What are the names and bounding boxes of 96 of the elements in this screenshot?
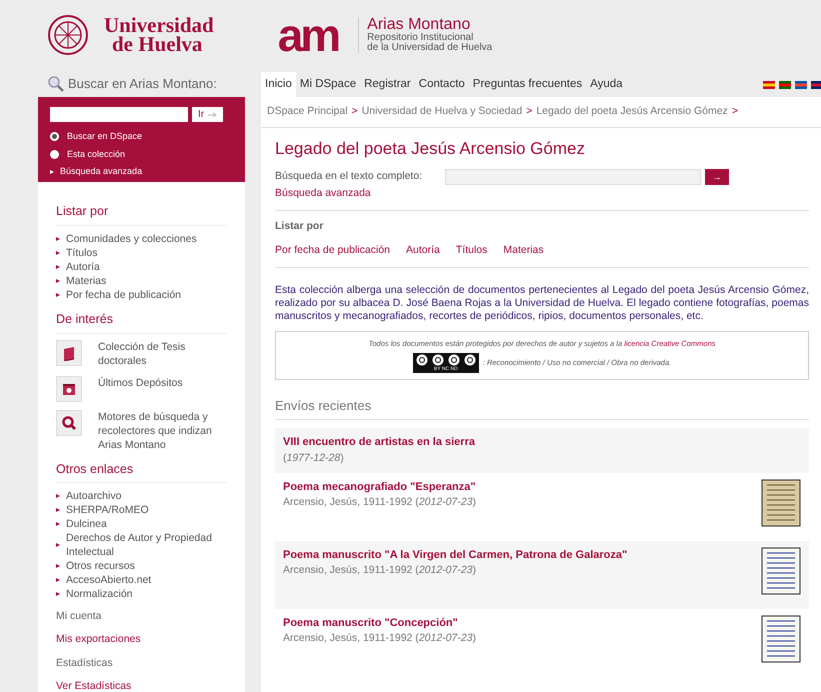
sidebar-link[interactable]: Mis exportaciones bbox=[56, 632, 141, 648]
bullet-icon bbox=[56, 494, 60, 498]
breadcrumb-link[interactable]: Universidad de Huelva y Sociedad bbox=[362, 104, 522, 120]
search-icon bbox=[48, 76, 64, 92]
radio-button[interactable] bbox=[50, 132, 59, 142]
university-name: de Huelva bbox=[112, 35, 202, 54]
item-title[interactable]: Poema manuscrito "Concepción" bbox=[283, 614, 476, 631]
browse-title: Listar por bbox=[275, 219, 324, 234]
breadcrumb-separator: > bbox=[352, 104, 358, 119]
sidebar-link[interactable]: Por fecha de publicación bbox=[66, 288, 181, 302]
typed-page-thumbnail bbox=[761, 478, 801, 526]
bullet-icon bbox=[56, 522, 60, 526]
flag-icon bbox=[811, 81, 821, 89]
breadcrumb-link[interactable]: DSpace Principal bbox=[267, 104, 348, 120]
search-icon bbox=[61, 414, 77, 430]
bullet-icon bbox=[56, 578, 60, 582]
bullet-icon bbox=[50, 170, 54, 174]
repository-name: Arias Montano bbox=[367, 17, 470, 33]
repository-subtitle: Repositorio Institucional bbox=[367, 33, 474, 43]
browse-link[interactable]: Autoría bbox=[406, 242, 440, 258]
item-title[interactable]: VIII encuentro de artistas en la sierra bbox=[283, 434, 475, 451]
breadcrumb-separator: > bbox=[526, 104, 532, 119]
sidebar-link[interactable]: Comunidades y colecciones bbox=[66, 232, 197, 246]
sidebar-link[interactable]: Normalización bbox=[66, 587, 133, 602]
bullet-icon bbox=[56, 292, 60, 297]
item-meta: (1977-12-28) bbox=[283, 450, 345, 466]
sidebar-link[interactable]: Materias bbox=[66, 274, 106, 288]
bullet-icon bbox=[56, 564, 60, 568]
repository-subtitle: de la Universidad de Huelva bbox=[367, 43, 492, 53]
university-name: Universidad bbox=[104, 16, 214, 35]
icon-tile[interactable] bbox=[56, 376, 82, 402]
browse-link[interactable]: Materias bbox=[503, 242, 544, 258]
flag-icon bbox=[779, 81, 791, 89]
collection-title: Legado del poeta Jesús Arcensio Gómez bbox=[275, 138, 586, 160]
sidebar-link[interactable]: Títulos bbox=[66, 246, 98, 260]
repository-logo: am bbox=[278, 12, 338, 58]
icon-tile[interactable] bbox=[56, 340, 82, 366]
handwritten-page-thumbnail bbox=[761, 546, 801, 594]
search-input[interactable] bbox=[50, 107, 188, 122]
bullet-icon bbox=[56, 250, 60, 255]
breadcrumb-link[interactable]: Legado del poeta Jesús Arcensio Gómez bbox=[536, 104, 728, 120]
section-title: Otros enlaces bbox=[56, 460, 227, 484]
section-subtitle: Mi cuenta bbox=[56, 609, 103, 624]
handwritten-page-thumbnail bbox=[761, 614, 801, 662]
book-icon bbox=[61, 344, 77, 360]
sidebar-link[interactable]: Ver Estadísticas bbox=[56, 678, 132, 692]
collection-description: Esta colección alberga una selección de documentos pertenecientes al Legado del poeta Jesús Arcensio Gómez, realizado por su albacea D. José Baena Rojas a la Universidad de Huelva. El legado contiene fotografías, poemas manuscritos y mecanografiados, recortes de periódicos, ripios, documentos personales, etc. bbox=[275, 284, 809, 322]
bullet-icon bbox=[56, 543, 60, 548]
flag-icon bbox=[795, 81, 807, 89]
bullet-icon bbox=[56, 264, 60, 269]
item-title[interactable]: Poema mecanografiado "Esperanza" bbox=[283, 478, 476, 495]
radio-button[interactable] bbox=[50, 150, 59, 159]
bullet-icon bbox=[56, 592, 60, 596]
sidebar-link[interactable]: SHERPA/RoMEO bbox=[66, 503, 149, 518]
go-button[interactable]: Ir bbox=[192, 107, 224, 122]
nav-tab[interactable]: Inicio bbox=[261, 72, 296, 97]
browse-link[interactable]: Por fecha de publicación bbox=[275, 242, 390, 258]
item-title[interactable]: Poema manuscrito "A la Virgen del Carmen, Patrona de Galaroza" bbox=[283, 546, 628, 563]
radio-label: Esta colección bbox=[67, 148, 126, 160]
nav-tab[interactable]: Ayuda bbox=[586, 72, 627, 97]
breadcrumb-separator: > bbox=[732, 104, 738, 119]
nav-tab[interactable]: Mi DSpace bbox=[296, 72, 360, 97]
nav-tab[interactable]: Preguntas frecuentes bbox=[468, 72, 586, 97]
sidebar-link[interactable]: Derechos de Autor y Propiedad Intelectual bbox=[66, 531, 227, 560]
search-button[interactable]: → bbox=[705, 169, 729, 186]
nav-tab[interactable]: Registrar bbox=[360, 72, 415, 97]
radio-label: Buscar en DSpace bbox=[67, 130, 142, 143]
section-title: De interés bbox=[56, 310, 227, 334]
advanced-search-link[interactable]: Búsqueda avanzada bbox=[275, 186, 371, 202]
sidebar-link[interactable]: AccesoAbierto.net bbox=[66, 573, 152, 588]
search-title: Buscar en Arias Montano: bbox=[68, 74, 217, 93]
sidebar-link[interactable]: Dulcinea bbox=[66, 517, 107, 532]
advanced-search-link[interactable]: Búsqueda avanzada bbox=[60, 165, 142, 178]
browse-link[interactable]: Títulos bbox=[456, 242, 488, 258]
sidebar-link[interactable]: Autoarchivo bbox=[66, 489, 122, 504]
seal-icon bbox=[48, 15, 88, 55]
bullet-icon bbox=[56, 278, 60, 283]
section-subtitle: Estadísticas bbox=[56, 656, 114, 671]
item-meta: Arcensio, Jesús, 1911-1992 (2012-07-23) bbox=[283, 631, 476, 646]
search-label: Búsqueda en el texto completo: bbox=[275, 169, 424, 184]
bullet-icon bbox=[56, 236, 60, 241]
sidebar-link[interactable]: Otros recursos bbox=[66, 559, 135, 574]
arrow-icon bbox=[208, 112, 218, 118]
nav-tab[interactable]: Contacto bbox=[414, 72, 469, 97]
sidebar-link[interactable]: Últimos Depósitos bbox=[98, 376, 227, 402]
item-meta: Arcensio, Jesús, 1911-1992 (2012-07-23) bbox=[283, 563, 478, 578]
icon-tile[interactable] bbox=[56, 410, 82, 436]
fulltext-search-field[interactable] bbox=[445, 169, 701, 186]
sidebar-link[interactable]: Colección de Tesis doctorales bbox=[98, 340, 227, 368]
item-meta: Arcensio, Jesús, 1911-1992 (2012-07-23) bbox=[283, 495, 476, 510]
section-title: Listar por bbox=[56, 202, 227, 226]
sidebar-link[interactable]: Autoría bbox=[66, 260, 100, 274]
bullet-icon bbox=[56, 508, 60, 512]
flag-icon bbox=[763, 81, 775, 89]
sidebar-link[interactable]: Motores de búsqueda y recolectores que indizan Arias Montano bbox=[98, 410, 227, 452]
section-title: Envíos recientes bbox=[275, 396, 372, 415]
